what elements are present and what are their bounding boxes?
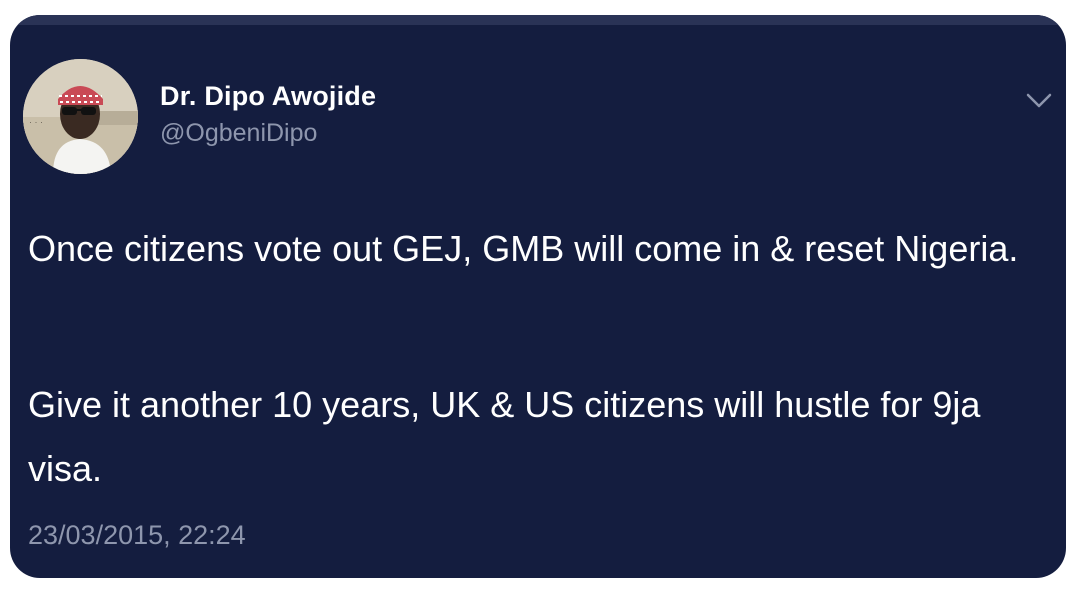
tweet-text-paragraph: Once citizens vote out GEJ, GMB will com… [28,228,1019,269]
chevron-down-icon[interactable] [1022,87,1056,113]
display-name[interactable]: Dr. Dipo Awojide [160,81,376,112]
svg-text:· · ·: · · · [29,117,43,127]
user-handle[interactable]: @OgbeniDipo [160,119,317,148]
avatar[interactable]: · · · [23,59,138,174]
tweet-card: · · · Dr. Dipo Awojide @OgbeniDipo Once … [10,15,1066,578]
tweet-timestamp[interactable]: 23/03/2015, 22:24 [28,520,246,551]
tweet-text-paragraph: Give it another 10 years, UK & US citize… [28,384,981,489]
